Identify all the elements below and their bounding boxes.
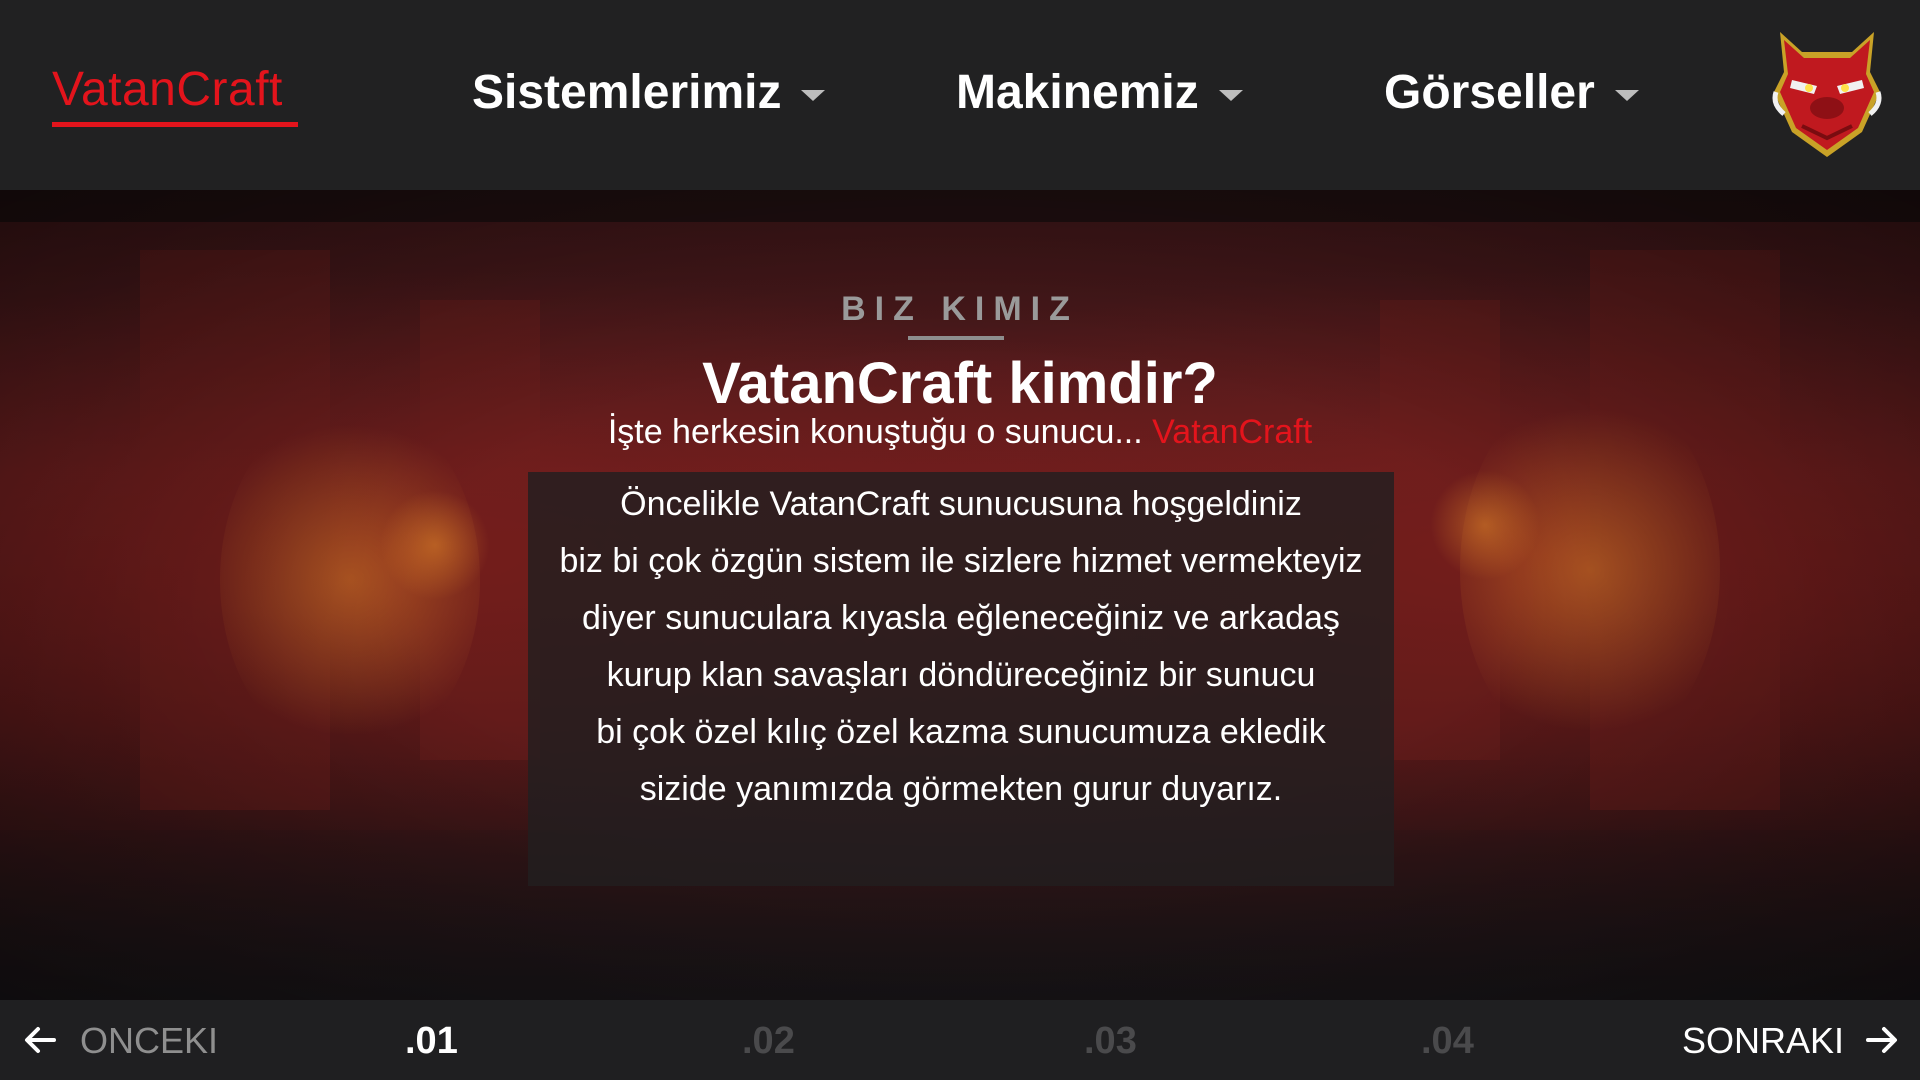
intro-line: Öncelikle VatanCraft sunucusuna hoşgeldi… (620, 485, 1302, 523)
nav-item-label: Görseller (1384, 65, 1595, 119)
arrow-left-icon[interactable] (22, 1022, 58, 1058)
tagline-brand: VatanCraft (1152, 413, 1313, 451)
page-indicator-4[interactable]: .04 (1421, 1020, 1474, 1063)
intro-line: bi çok özel kılıç özel kazma sunucumuza … (596, 713, 1326, 751)
top-navbar: VatanCraft Sistemlerimiz Makinemiz Görse… (0, 0, 1920, 190)
nav-item-sistemlerimiz[interactable]: Sistemlerimiz (472, 62, 826, 122)
intro-text: Öncelikle VatanCraft sunucusuna hoşgeldi… (528, 476, 1394, 818)
nav-item-label: Sistemlerimiz (472, 65, 782, 119)
chevron-down-icon (1614, 89, 1639, 101)
intro-line: diyer sunuculara kıyasla eğleneceğiniz v… (582, 599, 1340, 637)
eyebrow-underline (908, 336, 1004, 340)
red-boar-mascot-icon[interactable] (1762, 22, 1892, 162)
page-title: VatanCraft kimdir? (702, 351, 1218, 416)
section-eyebrow: BIZ KIMIZ (841, 290, 1079, 328)
page-indicator-2[interactable]: .02 (742, 1020, 795, 1063)
arrow-right-icon[interactable] (1864, 1022, 1900, 1058)
next-button[interactable]: SONRAKI (1682, 1020, 1844, 1062)
chevron-down-icon (801, 89, 826, 101)
page-indicator-3[interactable]: .03 (1084, 1020, 1137, 1063)
nav-item-label: Makinemiz (956, 65, 1199, 119)
nav-item-makinemiz[interactable]: Makinemiz (956, 62, 1243, 122)
brand-link[interactable]: VatanCraft (52, 62, 283, 117)
nav-item-gorseller[interactable]: Görseller (1384, 62, 1639, 122)
page-indicator-1[interactable]: .01 (405, 1020, 458, 1063)
chevron-down-icon (1218, 89, 1243, 101)
slide-pager: ONCEKI .01 .02 .03 .04 SONRAKI (0, 1000, 1920, 1080)
hero-tagline: İşte herkesin konuştuğu o sunucu... Vata… (0, 413, 1920, 452)
prev-button[interactable]: ONCEKI (80, 1020, 218, 1062)
intro-line: biz bi çok özgün sistem ile sizlere hizm… (559, 542, 1363, 580)
tagline-text: İşte herkesin konuştuğu o sunucu... (607, 413, 1153, 451)
intro-line: sizide yanımızda görmekten gurur duyarız… (639, 770, 1283, 808)
brand-active-underline (52, 122, 298, 127)
intro-line: kurup klan savaşları döndüreceğiniz bir … (606, 656, 1316, 694)
